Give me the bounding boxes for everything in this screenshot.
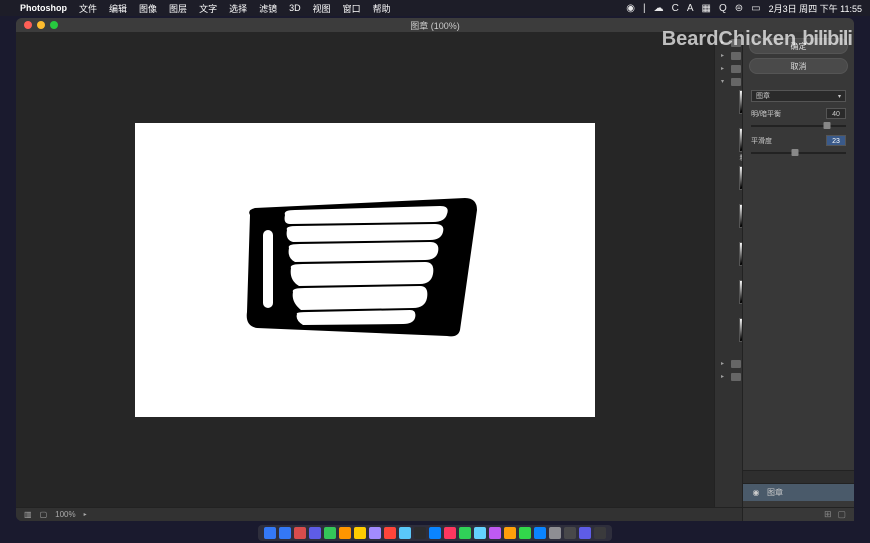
- dock-app[interactable]: [324, 527, 336, 539]
- canvas[interactable]: [135, 123, 595, 417]
- param1-value[interactable]: 40: [826, 108, 846, 119]
- tray-cc-icon[interactable]: ☁: [654, 3, 664, 14]
- dock-app[interactable]: [309, 527, 321, 539]
- tray-record-icon[interactable]: ◉: [626, 3, 635, 14]
- dock-app[interactable]: [564, 527, 576, 539]
- layer-item[interactable]: ◉ 图章: [743, 484, 854, 501]
- folder-icon: [731, 52, 741, 60]
- tray-divider-icon: |: [643, 3, 646, 14]
- close-button[interactable]: [24, 21, 32, 29]
- chevron-right-icon: ▸: [721, 52, 727, 59]
- delete-icon[interactable]: ▢: [837, 509, 846, 520]
- dock-app[interactable]: [429, 527, 441, 539]
- dock-app[interactable]: [474, 527, 486, 539]
- folder-icon: [731, 373, 741, 381]
- chevron-right-icon[interactable]: ▸: [84, 511, 87, 518]
- menu-help[interactable]: 帮助: [373, 2, 391, 15]
- menu-3d[interactable]: 3D: [289, 3, 301, 13]
- folder-icon: [731, 65, 741, 73]
- dock-app[interactable]: [504, 527, 516, 539]
- folder-icon: [731, 78, 741, 86]
- zoom-level[interactable]: 100%: [55, 510, 75, 519]
- window-title: 图章 (100%): [410, 19, 460, 32]
- folder-icon: [731, 360, 741, 368]
- param2-label: 平滑度: [751, 136, 772, 146]
- visibility-icon[interactable]: ◉: [751, 488, 761, 498]
- maximize-button[interactable]: [50, 21, 58, 29]
- tray-lang-icon[interactable]: A: [687, 3, 694, 14]
- chevron-down-icon: ▾: [721, 78, 727, 85]
- tray-wifi-icon[interactable]: ⊜: [735, 3, 743, 14]
- app-name[interactable]: Photoshop: [20, 3, 67, 13]
- tray-search-icon[interactable]: Q: [719, 3, 727, 14]
- dock-app[interactable]: [339, 527, 351, 539]
- filter-dropdown[interactable]: 图章 ▾: [751, 90, 846, 102]
- param2-slider[interactable]: [751, 152, 846, 154]
- param1-slider[interactable]: [751, 125, 846, 127]
- tray-battery-icon[interactable]: ▭: [751, 3, 760, 14]
- dock-app[interactable]: [594, 527, 606, 539]
- dock-app[interactable]: [444, 527, 456, 539]
- chevron-right-icon: ▸: [721, 65, 727, 72]
- menu-layer[interactable]: 图层: [169, 2, 187, 15]
- menu-edit[interactable]: 编辑: [109, 2, 127, 15]
- artwork-stamp: [225, 180, 505, 360]
- layers-header: [743, 470, 854, 484]
- dock-app[interactable]: [414, 527, 426, 539]
- menu-filter[interactable]: 滤镜: [259, 2, 277, 15]
- dock-app[interactable]: [294, 527, 306, 539]
- folder-icon: [731, 39, 741, 47]
- param1-label: 明/暗平衡: [751, 109, 781, 119]
- param2-value[interactable]: 23: [826, 135, 846, 146]
- dock-app[interactable]: [459, 527, 471, 539]
- status-icon-2[interactable]: ▢: [40, 510, 48, 519]
- cancel-button[interactable]: 取消: [749, 58, 848, 74]
- chevron-right-icon: ▸: [721, 39, 727, 46]
- right-panel: 确定 取消 图章 ▾ 明/暗平衡 40 平滑度 23 ◉ 图章 ⊞ ▢: [742, 32, 854, 521]
- dock-app[interactable]: [384, 527, 396, 539]
- dock-app[interactable]: [489, 527, 501, 539]
- titlebar: 图章 (100%): [16, 18, 854, 32]
- mac-menubar: Photoshop 文件 编辑 图像 图层 文字 选择 滤镜 3D 视图 窗口 …: [0, 0, 870, 16]
- dock-app[interactable]: [534, 527, 546, 539]
- dock-app[interactable]: [264, 527, 276, 539]
- dock-app[interactable]: [354, 527, 366, 539]
- app-window: 图章 (100%) ▸风格化▸画笔描边▸扭曲▾素描半调图案便条纸粉笔和炭笔铬黄渐…: [16, 18, 854, 521]
- menu-select[interactable]: 选择: [229, 2, 247, 15]
- tray-clock[interactable]: 2月3日 周四 下午 11:55: [769, 2, 862, 15]
- dock-app[interactable]: [549, 527, 561, 539]
- dock[interactable]: [258, 525, 612, 541]
- chevron-right-icon: ▸: [721, 373, 727, 380]
- chevron-right-icon: ▸: [721, 360, 727, 367]
- menu-image[interactable]: 图像: [139, 2, 157, 15]
- canvas-area[interactable]: [16, 32, 714, 507]
- menu-file[interactable]: 文件: [79, 2, 97, 15]
- menu-window[interactable]: 窗口: [343, 2, 361, 15]
- dock-app[interactable]: [369, 527, 381, 539]
- statusbar: ▥ ▢ 100% ▸: [16, 507, 854, 521]
- tray-sync-icon[interactable]: ▦: [702, 3, 711, 14]
- new-layer-icon[interactable]: ⊞: [824, 509, 832, 520]
- ok-button[interactable]: 确定: [749, 38, 848, 54]
- status-icon[interactable]: ▥: [24, 510, 32, 519]
- menu-view[interactable]: 视图: [313, 2, 331, 15]
- dock-app[interactable]: [579, 527, 591, 539]
- tray-app-icon[interactable]: C: [672, 3, 679, 14]
- minimize-button[interactable]: [37, 21, 45, 29]
- menu-type[interactable]: 文字: [199, 2, 217, 15]
- dock-app[interactable]: [399, 527, 411, 539]
- layer-name: 图章: [767, 487, 783, 498]
- dock-app[interactable]: [279, 527, 291, 539]
- dock-app[interactable]: [519, 527, 531, 539]
- chevron-down-icon: ▾: [838, 93, 841, 100]
